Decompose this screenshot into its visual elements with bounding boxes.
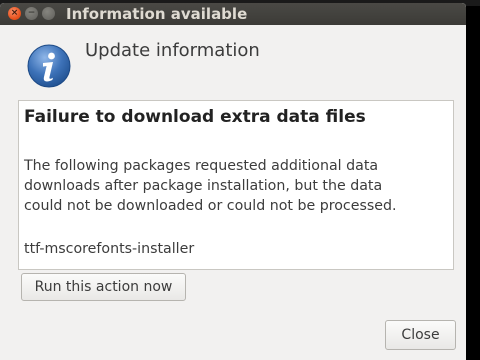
- minimize-icon: −: [27, 8, 36, 18]
- message-line: The following packages requested additio…: [24, 158, 379, 174]
- close-icon: ×: [10, 8, 19, 18]
- minimize-window-button[interactable]: −: [25, 7, 38, 20]
- close-button[interactable]: Close: [385, 320, 456, 350]
- dialog-window: × − Information available Update informa…: [0, 3, 466, 360]
- maximize-window-button[interactable]: [42, 7, 55, 20]
- close-window-button[interactable]: ×: [8, 7, 21, 20]
- message-line: downloads after package installation, bu…: [24, 178, 383, 194]
- dialog-heading: Update information: [85, 40, 260, 61]
- run-action-button[interactable]: Run this action now: [21, 273, 186, 301]
- details-title: Failure to download extra data files: [24, 107, 366, 127]
- details-panel: Failure to download extra data files The…: [18, 100, 454, 270]
- info-icon: [27, 44, 71, 88]
- details-message: The following packages requested additio…: [24, 156, 449, 216]
- titlebar[interactable]: × − Information available: [0, 3, 466, 25]
- window-title: Information available: [66, 5, 248, 23]
- message-line: could not be downloaded or could not be …: [24, 198, 397, 214]
- package-name: ttf-mscorefonts-installer: [24, 241, 195, 257]
